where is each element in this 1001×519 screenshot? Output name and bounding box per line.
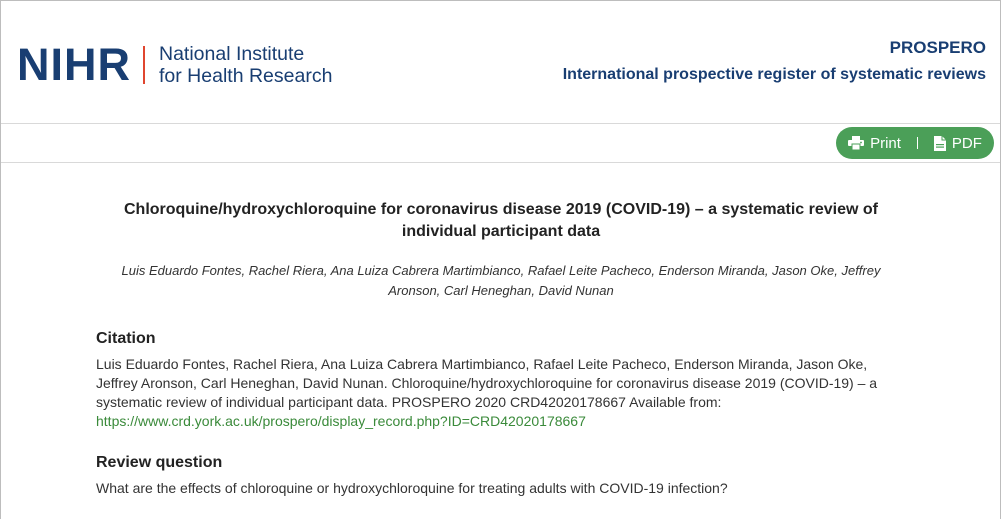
pdf-button[interactable]: PDF bbox=[930, 135, 986, 152]
record-content: Chloroquine/hydroxychloroquine for coron… bbox=[96, 163, 906, 498]
printer-icon bbox=[848, 136, 865, 150]
prospero-subtitle: International prospective register of sy… bbox=[562, 66, 986, 83]
citation-body: Luis Eduardo Fontes, Rachel Riera, Ana L… bbox=[96, 356, 878, 410]
review-question-text: What are the effects of chloroquine or h… bbox=[96, 480, 728, 496]
logo-divider bbox=[143, 45, 145, 84]
pdf-label: PDF bbox=[951, 134, 982, 152]
record-link[interactable]: https://www.crd.york.ac.uk/prospero/disp… bbox=[96, 413, 586, 429]
record-authors: Luis Eduardo Fontes, Rachel Riera, Ana L… bbox=[121, 263, 881, 298]
citation-text: Luis Eduardo Fontes, Rachel Riera, Ana L… bbox=[96, 355, 906, 431]
logo-line-1: National Institute bbox=[159, 42, 305, 65]
citation-heading: Citation bbox=[96, 330, 156, 347]
print-button[interactable]: Print bbox=[844, 135, 905, 152]
page: NIHR National Institute for Health Resea… bbox=[0, 0, 1001, 519]
pdf-file-icon bbox=[933, 135, 946, 151]
toolbar: Print PDF bbox=[1, 124, 1000, 163]
prospero-title[interactable]: PROSPERO bbox=[890, 38, 986, 58]
nihr-logo[interactable]: NIHR National Institute for Health Resea… bbox=[17, 42, 332, 87]
logo-text: National Institute for Health Research bbox=[159, 43, 332, 87]
print-pdf-toolbar: Print PDF bbox=[836, 127, 994, 159]
print-label: Print bbox=[870, 134, 901, 152]
toolbar-separator bbox=[916, 137, 918, 149]
review-question-heading: Review question bbox=[96, 454, 223, 471]
site-header: NIHR National Institute for Health Resea… bbox=[1, 1, 1000, 124]
logo-mark: NIHR bbox=[17, 39, 131, 90]
record-title: Chloroquine/hydroxychloroquine for coron… bbox=[123, 201, 878, 240]
logo-line-2: for Health Research bbox=[159, 64, 333, 87]
